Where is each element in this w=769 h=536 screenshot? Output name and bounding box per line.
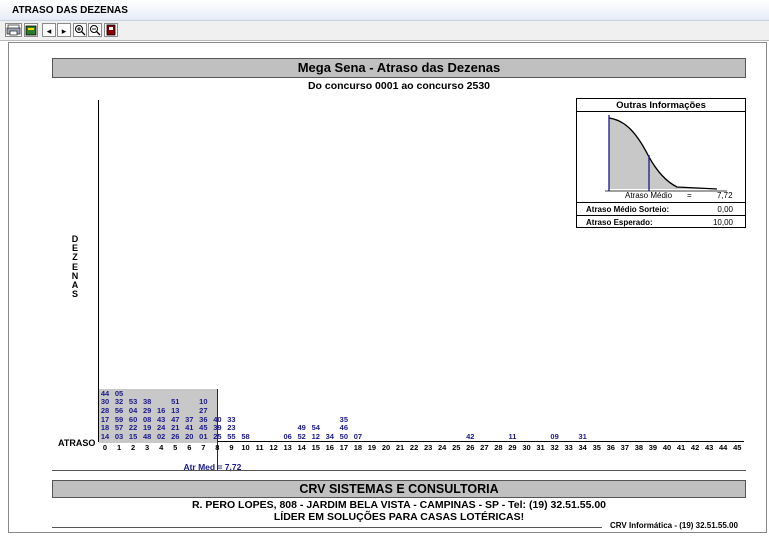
curve-value: 7,72 — [717, 191, 733, 200]
curve-eq: = — [687, 191, 692, 200]
window-title: ATRASO DAS DEZENAS — [12, 5, 128, 16]
footer-bottom-rule — [52, 527, 602, 528]
report-subtitle: Do concurso 0001 ao concurso 2530 — [307, 80, 491, 92]
footer-address: R. PERO LOPES, 808 - JARDIM BELA VISTA -… — [191, 499, 607, 511]
curve-label: Atraso Médio — [625, 191, 673, 200]
report-title: Mega Sena - Atraso das Dezenas — [52, 58, 746, 78]
info-row-value: 0,00 — [717, 205, 733, 214]
zoom-out-icon[interactable] — [88, 23, 102, 37]
zoom-in-icon[interactable] — [73, 23, 87, 37]
normal-curve-chart — [605, 115, 727, 192]
info-box-title: Outras Informações — [616, 100, 706, 111]
toolbar: ◂ ▸ — [0, 21, 769, 41]
footer-company: CRV SISTEMAS E CONSULTORIA — [52, 480, 746, 498]
curve-fill — [609, 118, 717, 189]
info-box: Outras Informações Atraso Médio = 7,72 A… — [576, 98, 746, 228]
info-row-avg-draw: Atraso Médio Sorteio: 0,00 — [577, 202, 745, 216]
footer-credit: CRV Informática - (19) 32.51.55.00 — [610, 521, 738, 530]
window-title-bar: ATRASO DAS DEZENAS — [0, 0, 769, 21]
export-icon[interactable] — [24, 23, 38, 37]
info-row-expected: Atraso Esperado: 10,00 — [577, 215, 745, 229]
y-axis-label-letter: S — [71, 289, 78, 300]
y-axis-label: DEZENAS — [70, 234, 80, 300]
footer-rule — [52, 470, 746, 471]
info-row-label: Atraso Esperado: — [586, 218, 653, 227]
print-icon[interactable] — [5, 23, 22, 37]
next-page-icon[interactable]: ▸ — [57, 23, 71, 37]
info-row-value: 10,00 — [712, 218, 733, 227]
exit-icon[interactable] — [104, 23, 118, 37]
prev-page-icon[interactable]: ◂ — [42, 23, 56, 37]
info-row-label: Atraso Médio Sorteio: — [586, 205, 670, 214]
